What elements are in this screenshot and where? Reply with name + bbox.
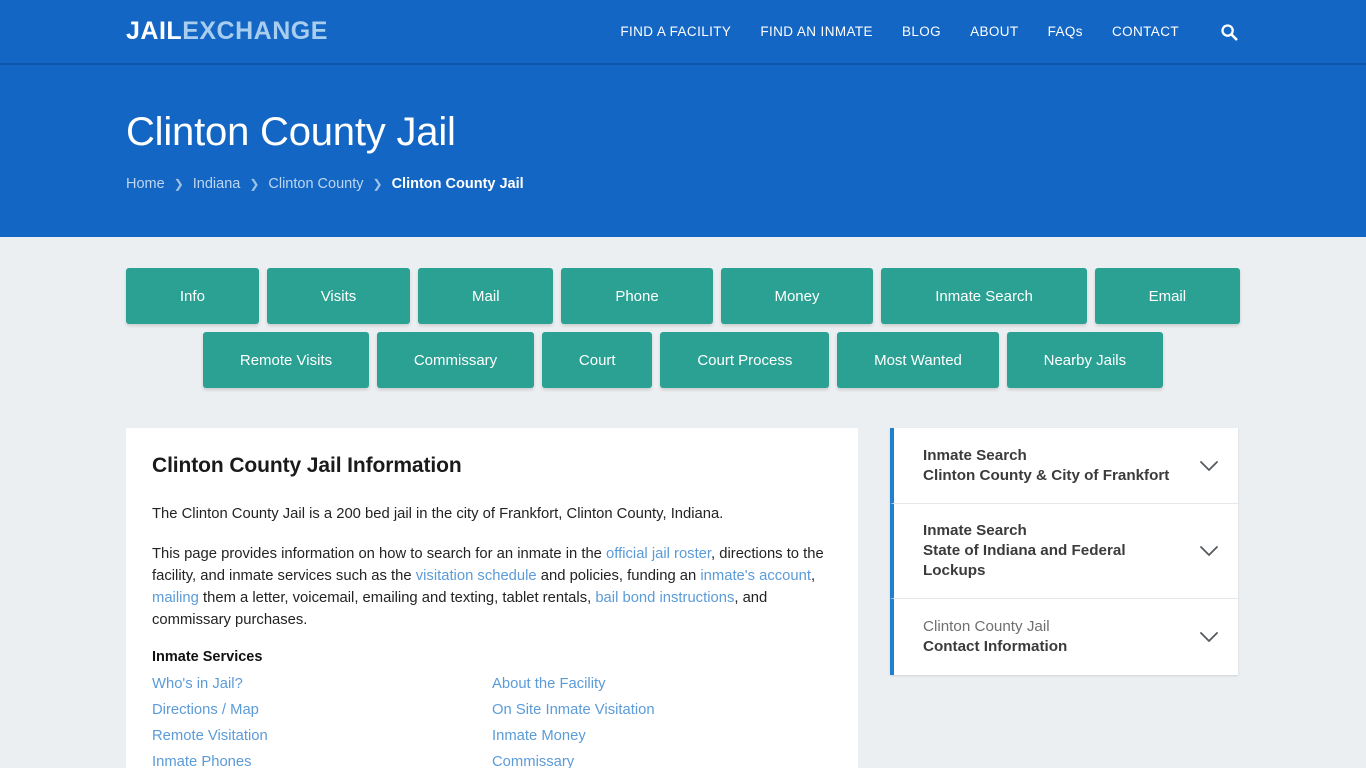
jail-information-card: Clinton County Jail Information The Clin… [126,428,858,768]
breadcrumb-separator-icon: ❯ [249,177,260,191]
service-link-on-site-inmate-visitation[interactable]: On Site Inmate Visitation [492,701,832,719]
panel-title: Clinton County Jail [923,618,1050,635]
panel-text: Clinton County Jail Contact Information [923,617,1188,657]
chevron-down-icon[interactable] [1198,455,1220,477]
panel-subtitle: State of Indiana and Federal Lockups [923,542,1126,579]
tab-visits[interactable]: Visits [266,268,411,324]
sidebar-panel-contact-information[interactable]: Clinton County Jail Contact Information [890,599,1238,675]
panel-title: Inmate Search [923,446,1027,464]
sidebar-accordion: Inmate Search Clinton County & City of F… [890,428,1238,675]
breadcrumb: Home ❯ Indiana ❯ Clinton County ❯ Clinto… [126,176,1240,192]
tab-remote-visits[interactable]: Remote Visits [203,332,369,388]
link-bail-bond-instructions[interactable]: bail bond instructions [595,590,734,606]
panel-subtitle: Clinton County & City of Frankfort [923,466,1170,484]
panel-title: Inmate Search [923,522,1027,539]
panel-text: Inmate Search State of Indiana and Feder… [923,521,1188,581]
tab-row-primary: Info Visits Mail Phone Money Inmate Sear… [126,268,1240,324]
inmate-services-column-left: Who's in Jail? Directions / Map Remote V… [152,675,492,768]
nav-find-an-inmate[interactable]: FIND AN INMATE [760,24,873,39]
tab-mail[interactable]: Mail [418,268,554,324]
inmate-services-heading: Inmate Services [152,649,263,665]
site-header: JAILEXCHANGE FIND A FACILITY FIND AN INM… [0,0,1366,65]
tab-most-wanted[interactable]: Most Wanted [837,332,999,388]
service-link-remote-visitation[interactable]: Remote Visitation [152,727,492,745]
tab-nearby-jails[interactable]: Nearby Jails [1006,332,1163,388]
tab-court-process[interactable]: Court Process [660,332,830,388]
inmate-services-list: Who's in Jail? Directions / Map Remote V… [152,675,832,768]
service-link-about-the-facility[interactable]: About the Facility [492,675,832,693]
link-visitation-schedule[interactable]: visitation schedule [416,568,537,584]
chevron-down-icon[interactable] [1198,626,1220,648]
inmate-services-column-right: About the Facility On Site Inmate Visita… [492,675,832,768]
desc-text-5: them a letter, voicemail, emailing and t… [198,590,596,606]
panel-text: Inmate Search Clinton County & City of F… [923,446,1188,486]
nav-contact[interactable]: CONTACT [1112,24,1179,39]
breadcrumb-separator-icon: ❯ [173,177,184,191]
tab-money[interactable]: Money [720,268,874,324]
breadcrumb-item-current: Clinton County Jail [391,176,524,192]
tab-inmate-search[interactable]: Inmate Search [881,268,1087,324]
service-link-inmate-money[interactable]: Inmate Money [492,727,832,745]
link-official-jail-roster[interactable]: official jail roster [606,546,711,562]
link-inmates-account[interactable]: inmate's account [700,568,811,584]
site-logo[interactable]: JAILEXCHANGE [126,19,328,44]
chevron-down-icon[interactable] [1198,540,1220,562]
hero-section: Clinton County Jail Home ❯ Indiana ❯ Cli… [0,65,1366,237]
tab-info[interactable]: Info [126,268,259,324]
content-area: Clinton County Jail Information The Clin… [0,396,1366,768]
tab-phone[interactable]: Phone [561,268,713,324]
card-heading: Clinton County Jail Information [152,454,462,477]
service-link-commissary[interactable]: Commissary [492,753,832,768]
main-navigation: FIND A FACILITY FIND AN INMATE BLOG ABOU… [620,21,1240,43]
link-mailing[interactable]: mailing [152,590,199,606]
tab-row-secondary: Remote Visits Commissary Court Court Pro… [126,332,1240,388]
breadcrumb-separator-icon: ❯ [372,177,383,191]
logo-text-jail: JAIL [126,17,183,45]
nav-find-a-facility[interactable]: FIND A FACILITY [620,24,731,39]
nav-blog[interactable]: BLOG [902,24,941,39]
intro-paragraph: The Clinton County Jail is a 200 bed jai… [152,506,724,522]
desc-text-1: This page provides information on how to… [152,546,607,562]
tab-court[interactable]: Court [542,332,653,388]
nav-about[interactable]: ABOUT [970,24,1019,39]
sidebar-panel-inmate-search-county[interactable]: Inmate Search Clinton County & City of F… [890,428,1238,504]
tab-button-group: Info Visits Mail Phone Money Inmate Sear… [0,237,1366,388]
nav-faqs[interactable]: FAQs [1048,24,1083,39]
service-link-inmate-phones[interactable]: Inmate Phones [152,753,492,768]
desc-text-3: and policies, funding an [536,568,701,584]
service-link-directions-map[interactable]: Directions / Map [152,701,492,719]
search-icon[interactable] [1218,21,1240,43]
tab-email[interactable]: Email [1094,268,1240,324]
panel-subtitle: Contact Information [923,638,1068,655]
logo-text-exchange: EXCHANGE [182,17,328,45]
service-link-whos-in-jail[interactable]: Who's in Jail? [152,675,492,693]
breadcrumb-item-home[interactable]: Home [126,176,165,192]
tab-commissary[interactable]: Commissary [376,332,535,388]
description-paragraph: This page provides information on how to… [152,543,832,631]
page-title: Clinton County Jail [126,110,456,154]
sidebar-panel-inmate-search-state[interactable]: Inmate Search State of Indiana and Feder… [890,504,1238,599]
desc-text-4: , [810,568,816,584]
breadcrumb-item-indiana[interactable]: Indiana [193,176,241,192]
breadcrumb-item-clinton-county[interactable]: Clinton County [268,176,363,192]
